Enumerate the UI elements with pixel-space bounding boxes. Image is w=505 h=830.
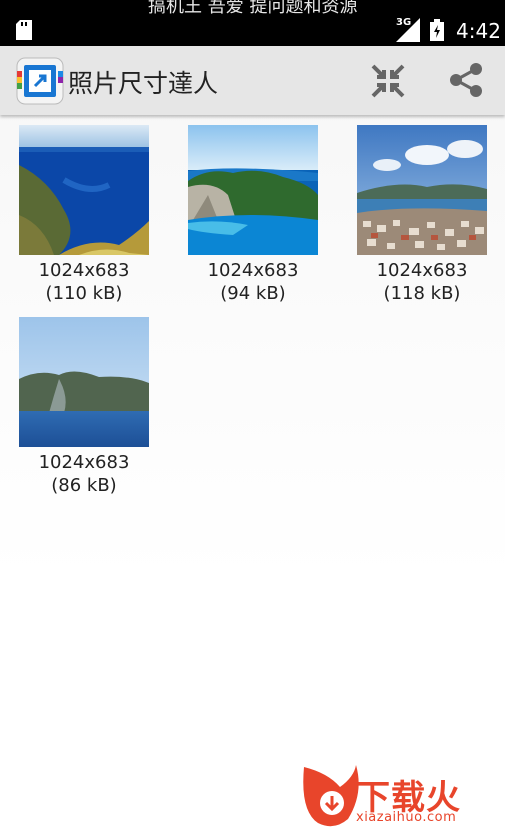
photo-file-size: (86 kB) xyxy=(51,475,117,496)
photo-thumbnail[interactable] xyxy=(19,317,149,447)
app-title: 照片尺寸達人 xyxy=(68,69,219,98)
photo-dimensions: 1024x683 xyxy=(207,260,299,281)
photo-file-size: (110 kB) xyxy=(45,283,123,304)
sd-card-icon xyxy=(16,20,32,40)
photo-tile[interactable]: 1024x683 (118 kB) xyxy=(357,125,487,305)
status-bar-cut-text: 搞机王 吾爱 提问题和资源 xyxy=(148,0,358,17)
photo-file-size: (94 kB) xyxy=(220,283,286,304)
signal-icon xyxy=(396,18,420,42)
status-clock: 4:42 xyxy=(456,19,501,43)
photo-tile[interactable]: 1024x683 (110 kB) xyxy=(19,125,149,305)
photo-dimensions: 1024x683 xyxy=(38,452,130,473)
app-logo-icon xyxy=(16,57,64,105)
photo-tile[interactable]: 1024x683 (94 kB) xyxy=(188,125,318,305)
compress-button[interactable] xyxy=(369,62,407,100)
photo-tile[interactable]: 1024x683 (86 kB) xyxy=(19,317,149,497)
share-button[interactable] xyxy=(446,60,486,100)
photo-dimensions: 1024x683 xyxy=(376,260,468,281)
status-bar: 搞机王 吾爱 提问题和资源 3G 4:42 xyxy=(0,0,505,46)
battery-icon xyxy=(430,19,444,41)
action-bar: 照片尺寸達人 xyxy=(0,46,505,115)
photo-dimensions: 1024x683 xyxy=(38,260,130,281)
photo-thumbnail[interactable] xyxy=(357,125,487,255)
photo-thumbnail[interactable] xyxy=(188,125,318,255)
photo-thumbnail[interactable] xyxy=(19,125,149,255)
photo-file-size: (118 kB) xyxy=(383,283,461,304)
watermark-url: xiazaihuo.com xyxy=(356,810,457,825)
